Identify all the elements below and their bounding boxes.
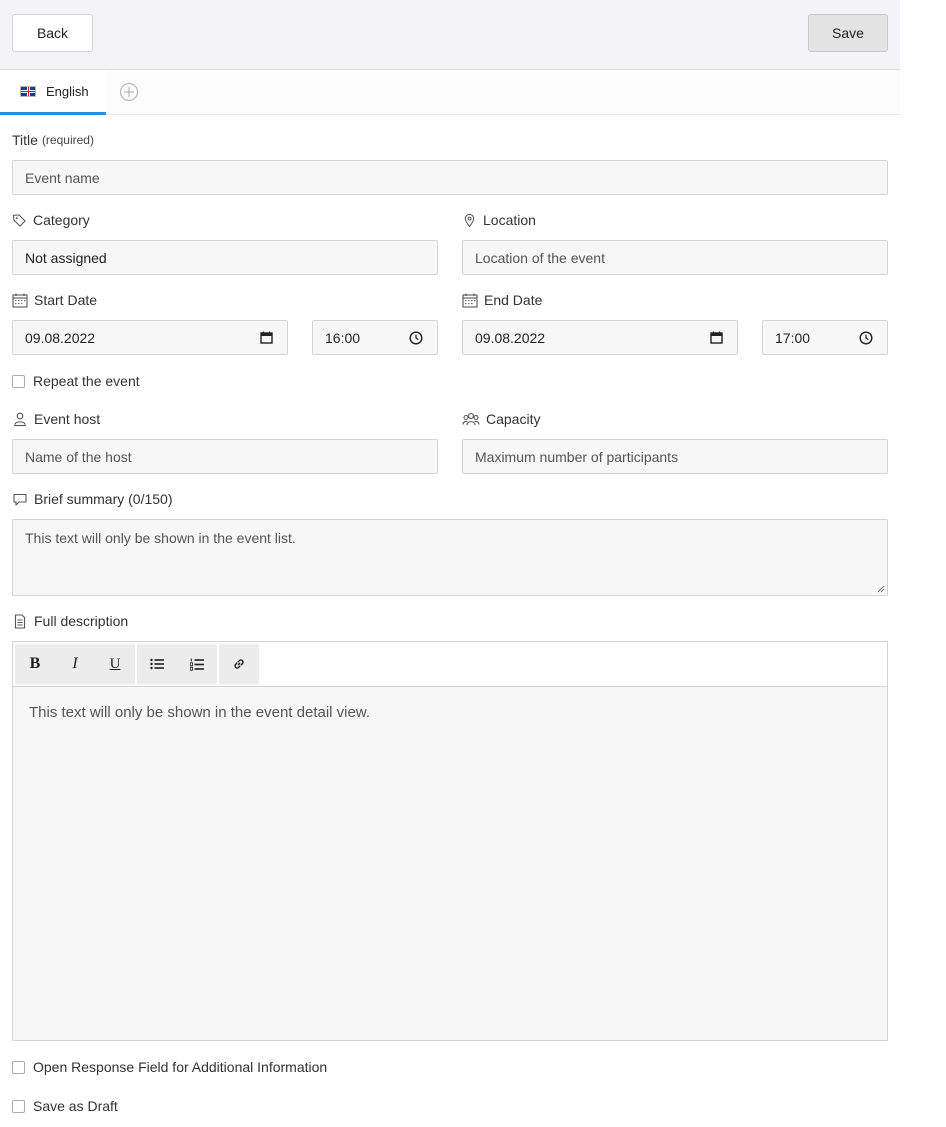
bullet-list-icon (150, 658, 164, 670)
host-person-icon (14, 412, 26, 426)
category-select[interactable]: Not assigned (12, 240, 438, 275)
map-pin-icon (464, 213, 475, 227)
editor-content[interactable]: This text will only be shown in the even… (29, 704, 370, 721)
save-draft-row: Save as Draft (12, 1098, 118, 1114)
category-label-text: Category (33, 212, 90, 228)
full-description-label: Full description (12, 613, 128, 629)
title-label: Title (required) (12, 132, 94, 148)
repeat-event-checkbox[interactable] (12, 374, 25, 388)
resize-handle-icon[interactable] (877, 585, 885, 593)
tab-label: English (46, 83, 89, 99)
editor-toolbar: B I U (13, 642, 887, 687)
bold-button[interactable]: B (15, 644, 55, 684)
title-label-text: Title (12, 132, 38, 148)
brief-summary-label: Brief summary (0/150) (12, 491, 172, 507)
underline-button[interactable]: U (95, 644, 135, 684)
group-icon (462, 412, 480, 425)
end-date-value: 09.08.2022 (475, 329, 546, 346)
end-date-label: End Date (462, 292, 542, 308)
required-hint: (required) (41, 133, 94, 147)
event-host-label-text: Event host (34, 411, 101, 427)
format-group: B I U (15, 644, 135, 684)
capacity-label: Capacity (462, 411, 540, 427)
list-group (137, 644, 217, 684)
clock-icon[interactable] (859, 331, 873, 345)
document-icon (14, 613, 26, 629)
calendar-icon (462, 293, 478, 308)
start-date-label-text: Start Date (34, 292, 98, 308)
start-time-input[interactable]: 16:00 (312, 320, 438, 355)
end-date-label-text: End Date (484, 292, 543, 308)
category-value: Not assigned (25, 249, 107, 266)
top-bar: Back Save (0, 0, 900, 70)
numbered-list-button[interactable] (177, 644, 217, 684)
open-response-row: Open Response Field for Additional Infor… (12, 1059, 327, 1075)
start-date-label: Start Date (12, 292, 97, 308)
italic-button[interactable]: I (55, 644, 95, 684)
bullet-list-button[interactable] (137, 644, 177, 684)
repeat-event-row: Repeat the event (12, 373, 140, 389)
title-input[interactable]: Event name (12, 160, 888, 195)
location-input[interactable]: Location of the event (462, 240, 888, 275)
language-tabs: English (0, 70, 900, 115)
numbered-list-icon (190, 658, 204, 671)
capacity-label-text: Capacity (486, 411, 541, 427)
start-date-value: 09.08.2022 (25, 329, 96, 346)
link-icon (234, 659, 244, 669)
event-host-label: Event host (12, 411, 100, 427)
repeat-event-label: Repeat the event (33, 373, 140, 389)
open-response-checkbox[interactable] (12, 1060, 25, 1074)
link-button[interactable] (219, 644, 259, 684)
title-placeholder: Event name (25, 169, 100, 186)
full-description-label-text: Full description (34, 613, 129, 629)
link-group (219, 644, 259, 684)
brief-summary-textarea[interactable]: This text will only be shown in the even… (12, 519, 888, 596)
save-draft-checkbox[interactable] (12, 1099, 25, 1113)
tab-english[interactable]: English (0, 70, 106, 115)
capacity-placeholder: Maximum number of participants (475, 448, 679, 465)
add-language-icon[interactable] (119, 82, 139, 102)
brief-summary-label-text: Brief summary (0/150) (34, 491, 173, 507)
calendar-icon (12, 293, 28, 308)
event-host-placeholder: Name of the host (25, 448, 132, 465)
event-host-input[interactable]: Name of the host (12, 439, 438, 474)
location-placeholder: Location of the event (475, 249, 605, 266)
end-date-input[interactable]: 09.08.2022 (462, 320, 738, 355)
uk-flag-icon (20, 85, 36, 97)
end-time-input[interactable]: 17:00 (762, 320, 888, 355)
location-label-text: Location (483, 212, 536, 228)
calendar-picker-icon[interactable] (260, 331, 273, 344)
brief-summary-placeholder: This text will only be shown in the even… (25, 530, 296, 546)
save-button[interactable]: Save (808, 14, 888, 52)
speech-bubble-icon (13, 493, 27, 506)
calendar-picker-icon[interactable] (710, 331, 723, 344)
start-date-input[interactable]: 09.08.2022 (12, 320, 288, 355)
category-label: Category (12, 212, 90, 228)
open-response-label: Open Response Field for Additional Infor… (33, 1059, 328, 1075)
tag-icon (12, 213, 26, 227)
save-draft-label: Save as Draft (33, 1098, 118, 1114)
capacity-input[interactable]: Maximum number of participants (462, 439, 888, 474)
rich-text-editor[interactable]: B I U This text will only be shown in th… (12, 641, 888, 1041)
clock-icon[interactable] (409, 331, 423, 345)
back-button[interactable]: Back (12, 14, 93, 52)
location-label: Location (462, 212, 536, 228)
